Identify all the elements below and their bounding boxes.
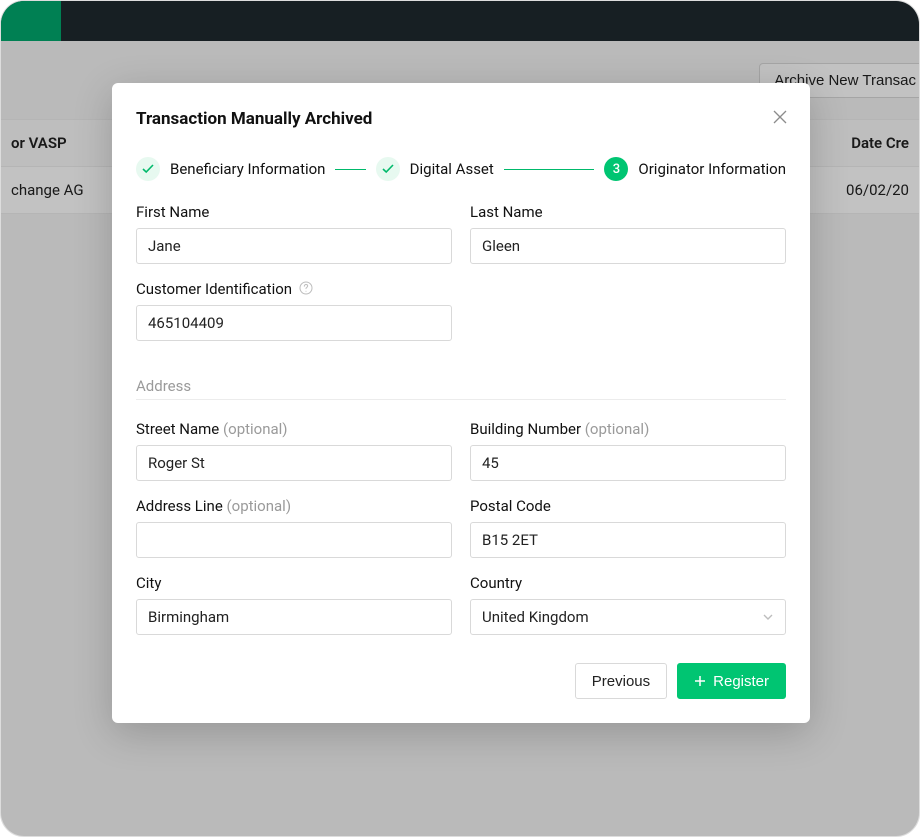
register-button-label: Register (713, 673, 769, 690)
register-button[interactable]: Register (677, 663, 786, 699)
customer-id-field: Customer Identification 465104409 (136, 280, 452, 341)
street-name-input[interactable]: Roger St (136, 445, 452, 481)
postal-code-label: Postal Code (470, 497, 786, 515)
street-name-label-text: Street Name (136, 420, 219, 438)
last-name-label: Last Name (470, 203, 786, 221)
country-field: Country United Kingdom (470, 574, 786, 635)
building-number-label: Building Number (optional) (470, 420, 786, 438)
building-number-input[interactable]: 45 (470, 445, 786, 481)
postal-code-field: Postal Code B15 2ET (470, 497, 786, 558)
optional-marker: (optional) (223, 420, 288, 438)
customer-id-label-text: Customer Identification (136, 280, 292, 298)
building-number-field: Building Number (optional) 45 (470, 420, 786, 481)
originator-form: First Name Jane Last Name Gleen Customer… (136, 203, 786, 635)
app-viewport: Archive New Transac or VASP Date Cre cha… (0, 0, 920, 837)
step-connector (335, 169, 365, 170)
close-icon[interactable] (768, 105, 792, 129)
stepper: Beneficiary Information Digital Asset 3 … (136, 157, 786, 181)
street-name-field: Street Name (optional) Roger St (136, 420, 452, 481)
step-1[interactable]: Beneficiary Information (136, 157, 325, 181)
country-select[interactable]: United Kingdom (470, 599, 786, 635)
step-1-label: Beneficiary Information (170, 160, 325, 178)
first-name-field: First Name Jane (136, 203, 452, 264)
transaction-archived-modal: Transaction Manually Archived Beneficiar… (112, 83, 810, 723)
city-input[interactable]: Birmingham (136, 599, 452, 635)
optional-marker: (optional) (585, 420, 650, 438)
previous-button[interactable]: Previous (575, 663, 667, 699)
address-line-label-text: Address Line (136, 497, 223, 515)
optional-marker: (optional) (227, 497, 292, 515)
address-section-header: Address (136, 357, 786, 400)
address-line-field: Address Line (optional) (136, 497, 452, 558)
last-name-input[interactable]: Gleen (470, 228, 786, 264)
help-icon[interactable] (299, 281, 313, 295)
city-label: City (136, 574, 452, 592)
customer-id-input[interactable]: 465104409 (136, 305, 452, 341)
first-name-input[interactable]: Jane (136, 228, 452, 264)
step-3-label: Originator Information (638, 160, 786, 178)
country-label: Country (470, 574, 786, 592)
modal-title: Transaction Manually Archived (136, 109, 786, 129)
first-name-label: First Name (136, 203, 452, 221)
step-number-badge: 3 (604, 157, 628, 181)
modal-footer: Previous Register (136, 663, 786, 699)
building-number-label-text: Building Number (470, 420, 581, 438)
city-field: City Birmingham (136, 574, 452, 635)
customer-id-label: Customer Identification (136, 280, 452, 298)
chevron-down-icon (762, 611, 774, 623)
step-2-label: Digital Asset (410, 160, 494, 178)
last-name-field: Last Name Gleen (470, 203, 786, 264)
check-icon (136, 157, 160, 181)
postal-code-input[interactable]: B15 2ET (470, 522, 786, 558)
plus-icon (694, 675, 706, 687)
step-3[interactable]: 3 Originator Information (604, 157, 786, 181)
step-2[interactable]: Digital Asset (376, 157, 494, 181)
check-icon (376, 157, 400, 181)
address-line-label: Address Line (optional) (136, 497, 452, 515)
step-connector (504, 169, 595, 170)
address-line-input[interactable] (136, 522, 452, 558)
street-name-label: Street Name (optional) (136, 420, 452, 438)
country-selected-value: United Kingdom (482, 608, 589, 626)
